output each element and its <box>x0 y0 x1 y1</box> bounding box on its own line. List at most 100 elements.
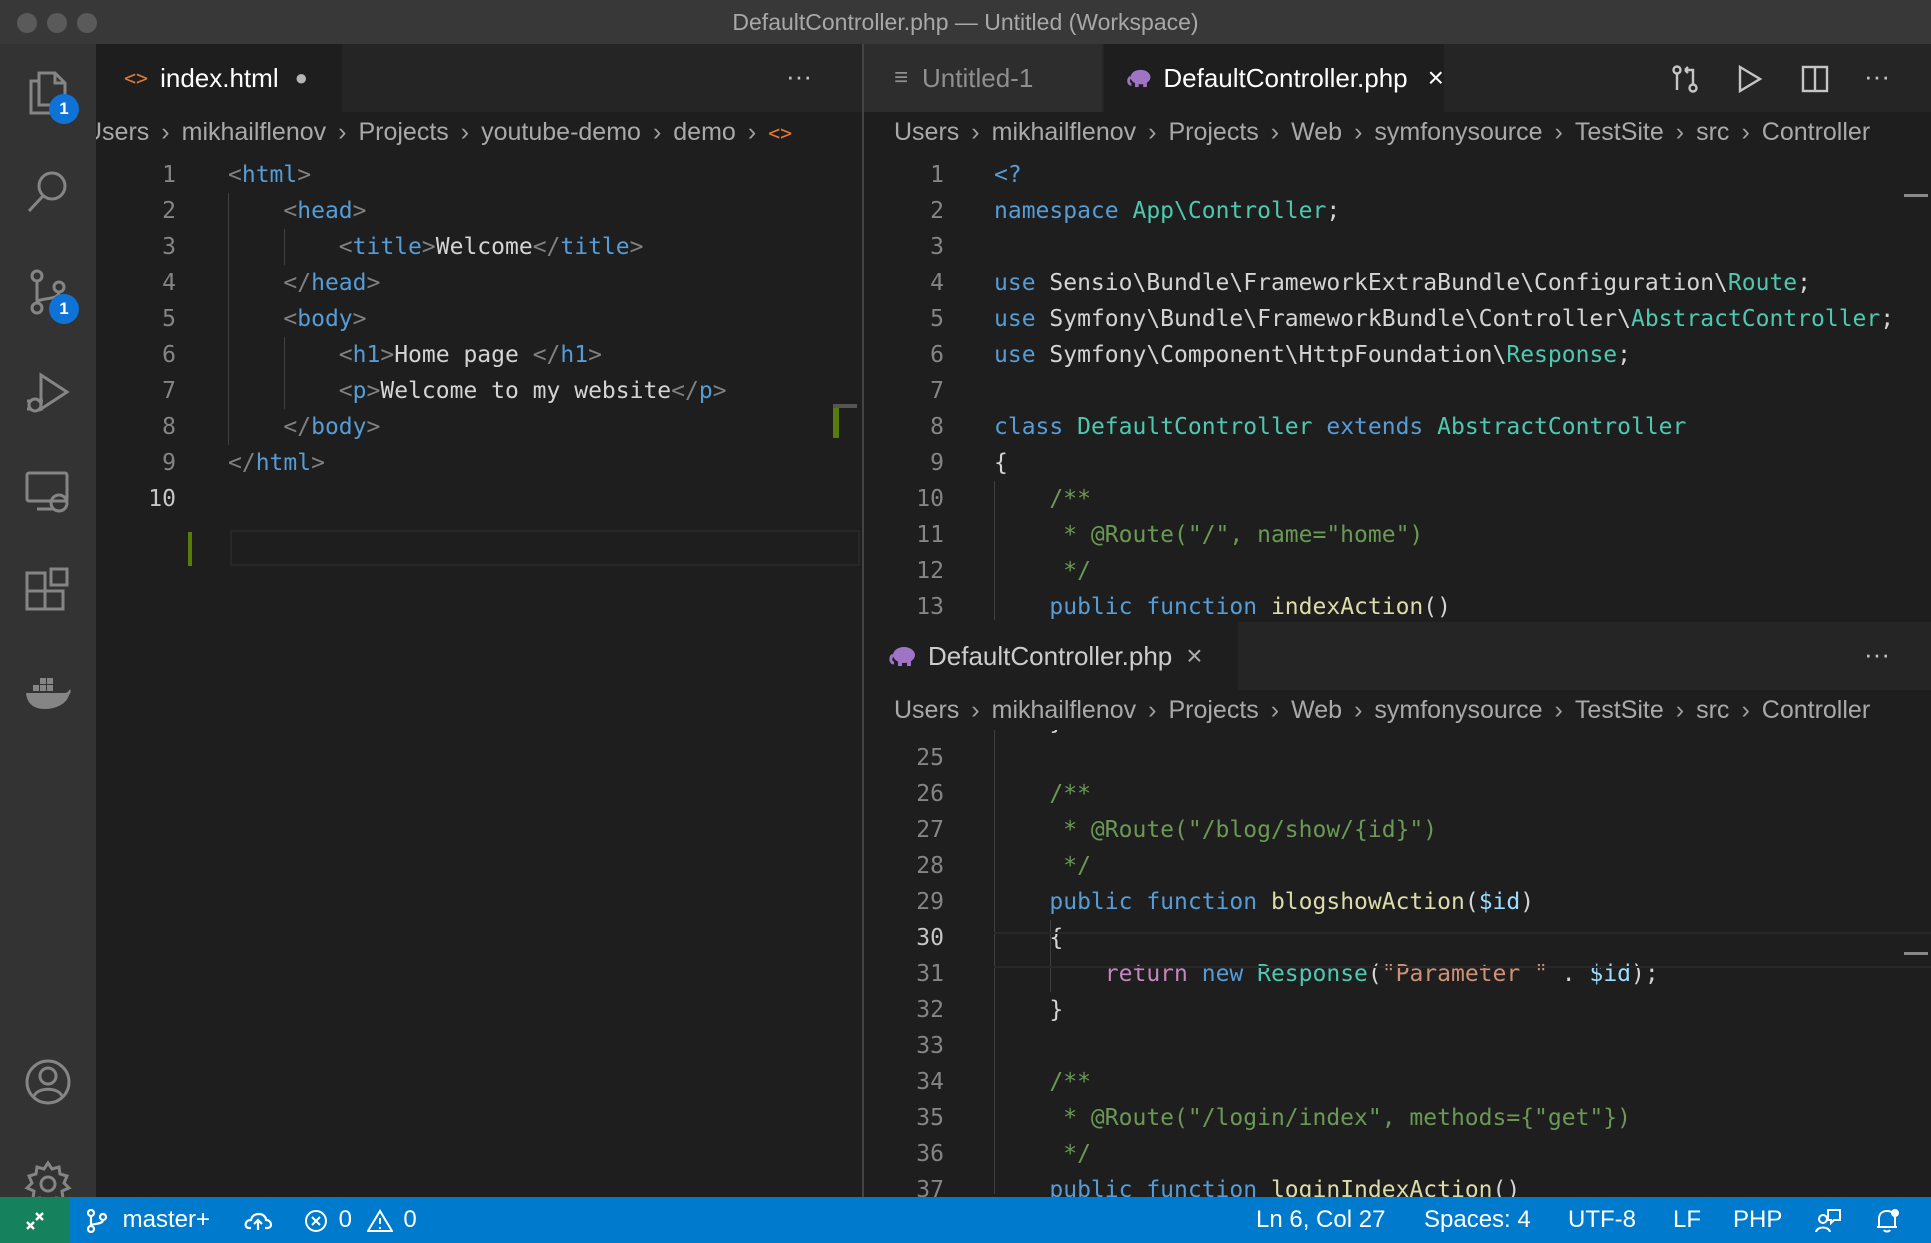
close-tab-icon[interactable]: × <box>1428 62 1444 94</box>
code-line[interactable]: </body> <box>228 409 380 445</box>
indentation[interactable]: Spaces: 4 <box>1424 1197 1531 1243</box>
code-line[interactable]: <? <box>994 157 1022 193</box>
end-of-line[interactable]: LF <box>1673 1197 1701 1243</box>
code-line[interactable]: use Sensio\Bundle\FrameworkExtraBundle\C… <box>994 265 1811 301</box>
language-mode[interactable]: PHP <box>1733 1197 1782 1243</box>
code-line[interactable]: /** <box>994 481 1091 517</box>
run-icon[interactable] <box>1734 64 1764 94</box>
code-line[interactable]: namespace App\Controller; <box>994 193 1340 229</box>
tab-default-controller-bottom[interactable]: DefaultController.php × <box>864 622 1238 690</box>
search-button[interactable] <box>0 144 96 240</box>
code-token: } <box>994 730 1063 735</box>
breadcrumb-item[interactable]: Projects <box>358 118 448 146</box>
tab-label: DefaultController.php <box>1163 62 1408 93</box>
code-line[interactable]: public function loginIndexAction() <box>994 1172 1520 1197</box>
encoding[interactable]: UTF-8 <box>1568 1197 1636 1243</box>
branch-indicator[interactable]: master+ <box>86 1197 210 1243</box>
remote-explorer-icon <box>25 471 69 513</box>
breadcrumb-item[interactable]: Users <box>96 118 149 146</box>
breadcrumb-item[interactable]: Users <box>894 118 959 146</box>
more-actions-button[interactable]: ··· <box>1864 622 1890 690</box>
line-number: 34 <box>916 1069 944 1095</box>
open-changes-icon[interactable] <box>1670 64 1700 94</box>
breadcrumb-item[interactable]: TestSite <box>1575 118 1664 146</box>
line-number: 25 <box>916 745 944 771</box>
code-line[interactable]: <head> <box>228 193 367 229</box>
code-token: < <box>228 162 242 188</box>
sync-button[interactable] <box>244 1197 273 1243</box>
html-file-icon[interactable]: <> <box>768 121 792 145</box>
scrollbar-thumb[interactable] <box>1904 194 1928 197</box>
tab-untitled-1[interactable]: ≡ Untitled-1 <box>864 44 1102 112</box>
code-line[interactable]: */ <box>994 848 1091 884</box>
unsaved-dot-icon[interactable]: ● <box>295 65 308 91</box>
run-debug-button[interactable] <box>0 344 96 440</box>
close-tab-icon[interactable]: × <box>1186 640 1202 672</box>
code-line[interactable]: } <box>994 992 1063 1028</box>
breadcrumb-item[interactable]: Web <box>1291 118 1342 146</box>
code-line[interactable]: class DefaultController extends Abstract… <box>994 409 1686 445</box>
code-line[interactable]: */ <box>994 1136 1091 1172</box>
scrollbar-thumb[interactable] <box>1904 952 1928 955</box>
tab-default-controller[interactable]: DefaultController.php × <box>1104 44 1444 112</box>
more-actions-button[interactable]: ··· <box>786 44 812 112</box>
breadcrumb-item[interactable]: src <box>1696 696 1729 724</box>
code-line[interactable]: use Symfony\Bundle\FrameworkBundle\Contr… <box>994 301 1894 337</box>
code-line[interactable]: use Symfony\Component\HttpFoundation\Res… <box>994 337 1631 373</box>
account-icon <box>25 1059 71 1105</box>
breadcrumb-item[interactable]: Projects <box>1168 696 1258 724</box>
breadcrumb-item[interactable]: mikhailflenov <box>992 696 1137 724</box>
code-line[interactable]: */ <box>994 553 1091 589</box>
breadcrumb-item[interactable]: symfonysource <box>1374 118 1542 146</box>
problems-indicator[interactable]: 0 0 <box>304 1197 417 1243</box>
breadcrumb-item[interactable]: src <box>1696 118 1729 146</box>
code-line[interactable]: * @Route("/login/index", methods={"get"}… <box>994 1100 1631 1136</box>
code-line[interactable]: } <box>994 730 1063 740</box>
accounts-button[interactable] <box>0 1034 96 1130</box>
code-line[interactable]: </head> <box>228 265 380 301</box>
remote-indicator[interactable] <box>0 1197 70 1243</box>
code-line[interactable]: public function blogshowAction($id) <box>994 884 1534 920</box>
breadcrumb-item[interactable]: Controller <box>1762 118 1870 146</box>
code-line[interactable]: <html> <box>228 157 311 193</box>
extensions-button[interactable] <box>0 544 96 640</box>
code-token: /** <box>1049 486 1091 512</box>
source-control-button[interactable]: 1 <box>0 244 96 340</box>
breadcrumb-item[interactable]: youtube-demo <box>481 118 641 146</box>
breadcrumb-item[interactable]: TestSite <box>1575 696 1664 724</box>
breadcrumb-item[interactable]: Users <box>894 696 959 724</box>
code-token: </ <box>283 270 312 296</box>
code-area[interactable]: 1 <html> 2 <head> 3 <title>Welcome</title> 4… <box>96 157 862 697</box>
code-token: * @Route("/blog/show/{id}") <box>1049 817 1438 843</box>
split-editor-icon[interactable] <box>1800 64 1830 94</box>
docker-button[interactable] <box>0 644 96 740</box>
code-line[interactable]: </html> <box>228 445 325 481</box>
cursor-position[interactable]: Ln 6, Col 27 <box>1256 1197 1385 1243</box>
breadcrumb-item[interactable]: Web <box>1291 696 1342 724</box>
code-line[interactable]: /** <box>994 1064 1091 1100</box>
code-line[interactable]: * @Route("/", name="home") <box>994 517 1423 553</box>
explorer-button[interactable]: 1 <box>0 44 96 140</box>
code-line[interactable]: <p>Welcome to my website</p> <box>228 373 727 409</box>
breadcrumb-item[interactable]: demo <box>673 118 736 146</box>
code-area[interactable]: 1 <? 2 namespace App\Controller; 3 4 use Sensi… <box>864 157 1931 620</box>
breadcrumb-item[interactable]: Controller <box>1762 696 1870 724</box>
breadcrumb-item[interactable]: mikhailflenov <box>182 118 327 146</box>
breadcrumb-item[interactable]: symfonysource <box>1374 696 1542 724</box>
tab-index-html[interactable]: <> index.html ● <box>96 44 342 112</box>
code-line[interactable]: { <box>994 445 1008 481</box>
code-token: </ <box>671 378 699 404</box>
code-line[interactable]: public function indexAction() <box>994 589 1451 620</box>
code-line[interactable]: /** <box>994 776 1091 812</box>
breadcrumb-item[interactable]: mikhailflenov <box>992 118 1137 146</box>
breadcrumb-item[interactable]: Projects <box>1168 118 1258 146</box>
remote-explorer-button[interactable] <box>0 444 96 540</box>
feedback-button[interactable] <box>1814 1197 1842 1243</box>
code-line[interactable]: * @Route("/blog/show/{id}") <box>994 812 1437 848</box>
notifications-button[interactable] <box>1874 1197 1900 1243</box>
code-line[interactable]: <title>Welcome</title> <box>228 229 644 265</box>
more-actions-button[interactable]: ··· <box>1864 44 1890 112</box>
code-line[interactable]: <body> <box>228 301 366 337</box>
code-token: > <box>352 198 367 224</box>
